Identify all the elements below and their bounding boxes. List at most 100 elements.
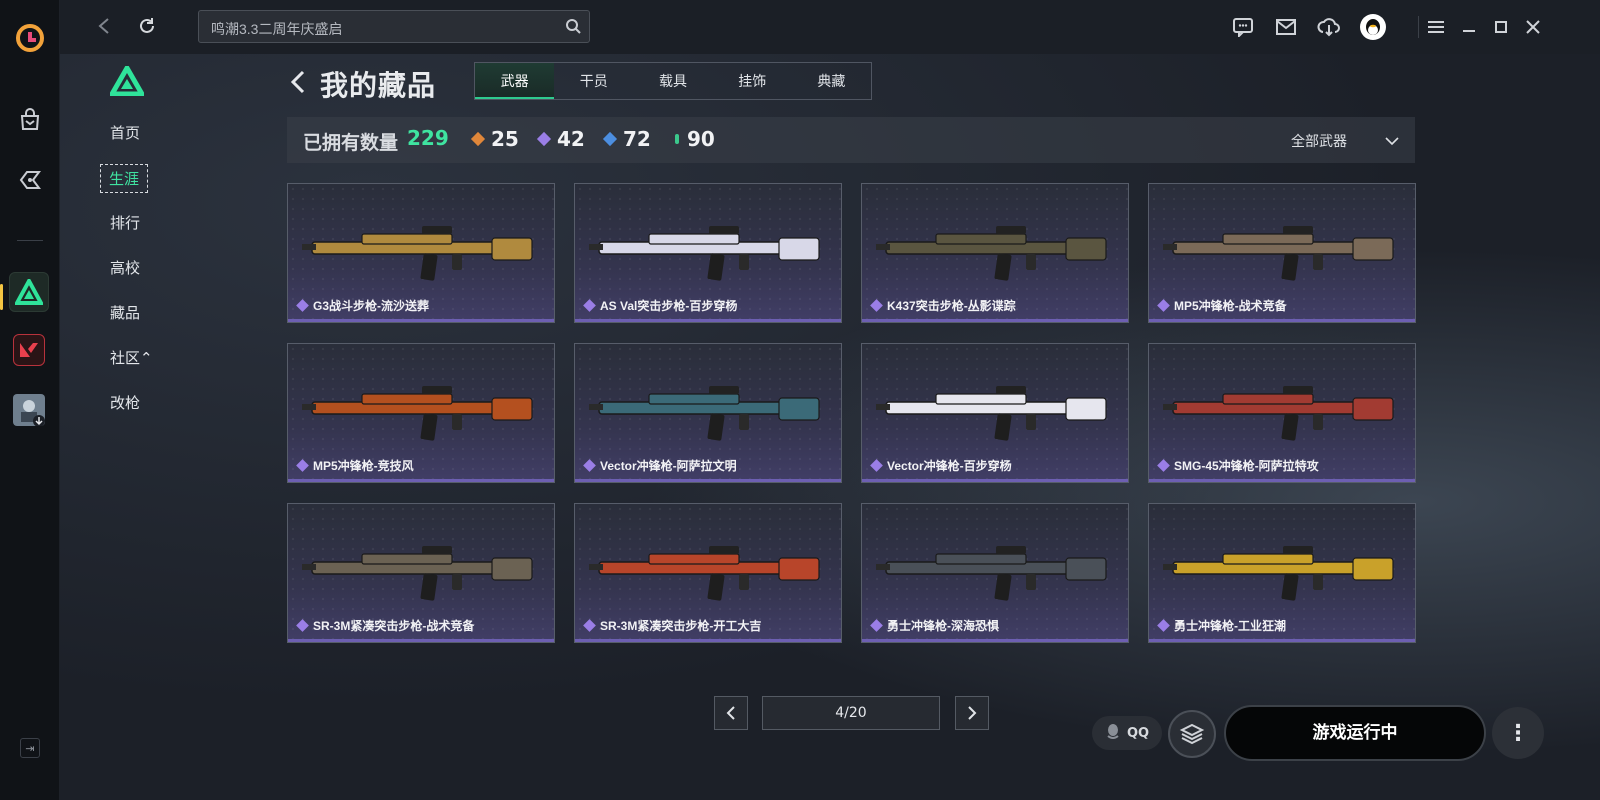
search-icon[interactable] (565, 18, 581, 37)
weapon-card[interactable]: 勇士冲锋枪-工业狂潮 (1148, 503, 1416, 643)
back-chevron-icon[interactable] (288, 68, 308, 96)
nav-item-career[interactable]: 生涯 (100, 164, 149, 193)
weapon-name-text: MP5冲锋枪-战术竞备 (1174, 299, 1287, 313)
rarity-stripe (575, 319, 841, 322)
layers-button[interactable] (1168, 710, 1216, 758)
weapon-card[interactable]: AS Val突击步枪-百步穿杨 (574, 183, 842, 323)
tab-weapons[interactable]: 武器 (475, 63, 555, 99)
launcher-logo-icon[interactable] (14, 22, 46, 54)
tag-icon[interactable] (14, 164, 46, 196)
weapon-card[interactable]: MP5冲锋枪-战术竞备 (1148, 183, 1416, 323)
purple-rarity-icon (1157, 299, 1170, 312)
weapon-card[interactable]: SR-3M紧凑突击步枪-战术竞备 (287, 503, 555, 643)
minimize-icon[interactable] (1456, 14, 1482, 40)
nav-item-community[interactable]: 社区⌃ (110, 347, 153, 368)
more-options-button[interactable]: ⋮ (1492, 707, 1544, 759)
rarity-stripe (1149, 639, 1415, 642)
nav-item-gunsmith[interactable]: 改枪 (110, 392, 140, 413)
page-indicator: 4/20 (762, 696, 940, 730)
store-bag-icon[interactable] (14, 104, 46, 136)
purple-rarity-icon (870, 619, 883, 632)
back-arrow-icon[interactable] (92, 14, 116, 38)
search-placeholder: 鸣潮3.3二周年庆盛启 (211, 21, 343, 37)
expand-sidebar-icon[interactable]: ⇥ (20, 738, 40, 758)
weapon-image (589, 226, 820, 281)
chat-icon[interactable] (1230, 14, 1256, 40)
prev-page-button[interactable] (714, 696, 748, 730)
rarity-stripe (862, 319, 1128, 322)
nav-item-college[interactable]: 高校 (110, 257, 140, 278)
weapon-card[interactable]: MP5冲锋枪-竞技风 (287, 343, 555, 483)
delta-force-logo-icon (107, 62, 147, 97)
weapon-name-text: SR-3M紧凑突击步枪-开工大吉 (600, 619, 762, 633)
weapon-name: K437突击步枪-丛影谍踪 (870, 297, 1016, 314)
weapon-image (302, 386, 533, 441)
weapon-image (876, 546, 1107, 601)
weapon-name-text: MP5冲锋枪-竞技风 (313, 459, 414, 473)
valorant-game-icon[interactable] (13, 334, 45, 366)
tab-charms[interactable]: 挂饰 (713, 63, 792, 99)
weapon-name: 勇士冲锋枪-深海恐惧 (870, 617, 999, 634)
weapon-name: MP5冲锋枪-竞技风 (296, 457, 414, 474)
rarity-stripe (575, 479, 841, 482)
mail-icon[interactable] (1273, 14, 1299, 40)
weapon-image (876, 226, 1107, 281)
weapon-name-text: K437突击步枪-丛影谍踪 (887, 299, 1016, 313)
nav-item-home[interactable]: 首页 (110, 122, 140, 143)
page-title: 我的藏品 (320, 70, 437, 101)
purple-rarity-icon (1157, 459, 1170, 472)
orange-rarity-icon (470, 131, 486, 147)
rarity-stripe (575, 639, 841, 642)
weapon-card[interactable]: 勇士冲锋枪-深海恐惧 (861, 503, 1129, 643)
rarity-count-value: 90 (687, 127, 715, 151)
filter-label: 全部武器 (1291, 133, 1347, 149)
download-icon[interactable] (1316, 14, 1342, 40)
weapon-image (302, 226, 533, 281)
weapon-image (1163, 546, 1394, 601)
menu-icon[interactable] (1423, 14, 1449, 40)
weapon-image (876, 386, 1107, 441)
qq-login-button[interactable]: QQ (1092, 716, 1162, 750)
active-indicator (0, 284, 3, 310)
rarity-stripe (862, 639, 1128, 642)
game-download-icon[interactable] (13, 394, 45, 426)
owned-count-value: 229 (407, 126, 449, 150)
weapon-card[interactable]: G3战斗步枪-流沙送葬 (287, 183, 555, 323)
search-input[interactable]: 鸣潮3.3二周年庆盛启 (198, 10, 590, 43)
weapon-card[interactable]: Vector冲锋枪-阿萨拉文明 (574, 343, 842, 483)
green-rarity-icon (675, 134, 679, 144)
nav-item-collection[interactable]: 藏品 (110, 302, 140, 323)
qq-label: QQ (1126, 725, 1150, 741)
tab-archive[interactable]: 典藏 (792, 63, 871, 99)
weapon-card[interactable]: Vector冲锋枪-百步穿杨 (861, 343, 1129, 483)
weapon-name-text: G3战斗步枪-流沙送葬 (313, 299, 430, 313)
weapon-filter-dropdown[interactable]: 全部武器 (1291, 131, 1399, 151)
weapon-name-text: 勇士冲锋枪-深海恐惧 (887, 619, 999, 633)
refresh-icon[interactable] (135, 14, 159, 38)
rarity-blue-count: 72 (602, 127, 651, 151)
delta-force-game-icon[interactable] (9, 272, 49, 312)
next-page-button[interactable] (955, 696, 989, 730)
weapon-card[interactable]: K437突击步枪-丛影谍踪 (861, 183, 1129, 323)
weapon-card[interactable]: SMG-45冲锋枪-阿萨拉特攻 (1148, 343, 1416, 483)
user-avatar[interactable] (1360, 14, 1386, 40)
close-icon[interactable] (1520, 14, 1546, 40)
game-running-button[interactable]: 游戏运行中 (1224, 705, 1486, 761)
rarity-green-count: 90 (675, 127, 715, 151)
weapon-card[interactable]: SR-3M紧凑突击步枪-开工大吉 (574, 503, 842, 643)
rarity-count-value: 72 (623, 127, 651, 151)
rarity-purple-count: 42 (536, 127, 585, 151)
maximize-icon[interactable] (1488, 14, 1514, 40)
tab-vehicles[interactable]: 载具 (633, 63, 712, 99)
weapon-name: MP5冲锋枪-战术竞备 (1157, 297, 1287, 314)
nav-item-ranking[interactable]: 排行 (110, 212, 140, 233)
weapon-image (302, 546, 533, 601)
rarity-stripe (288, 319, 554, 322)
purple-rarity-icon (536, 131, 552, 147)
topbar-divider (1418, 16, 1419, 38)
layers-icon (1179, 723, 1205, 745)
category-tabs: 武器 干员 载具 挂饰 典藏 (474, 62, 872, 100)
rarity-count-value: 25 (491, 127, 519, 151)
tab-operators[interactable]: 干员 (554, 63, 633, 99)
weapon-name-text: AS Val突击步枪-百步穿杨 (600, 299, 738, 313)
